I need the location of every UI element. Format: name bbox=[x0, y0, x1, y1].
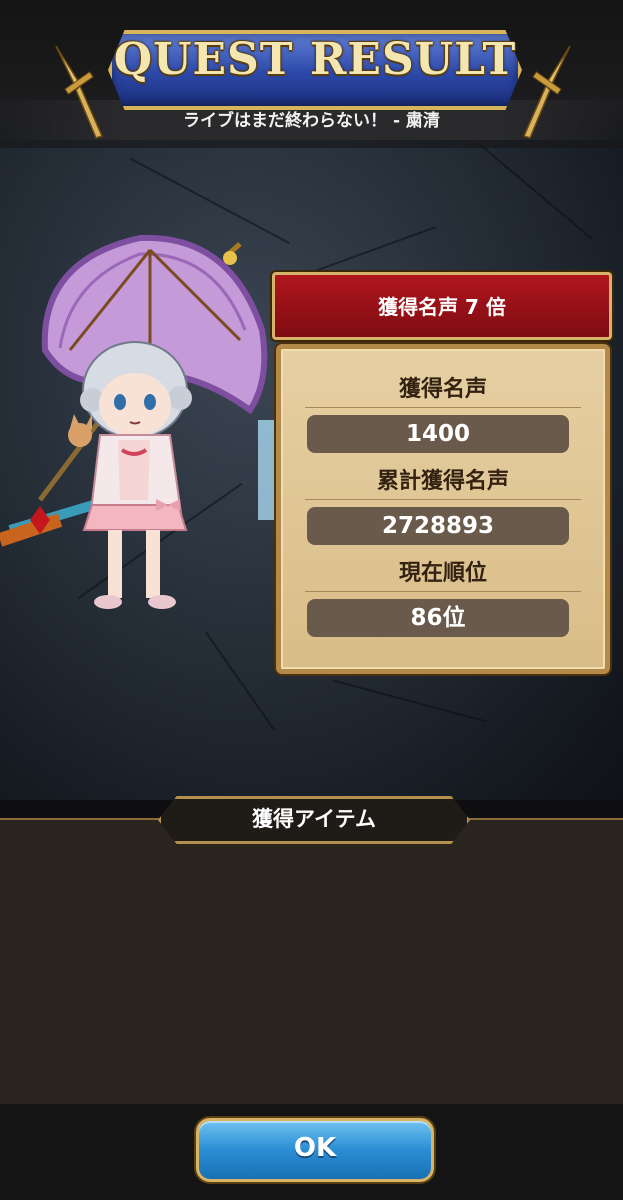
stat-label-gained-fame: 獲得名声 bbox=[398, 377, 487, 402]
stat-value-total-fame: 2728893 bbox=[307, 507, 569, 545]
page-title: QUEST RESULT bbox=[113, 34, 517, 85]
divider bbox=[305, 591, 581, 592]
items-header-label: 獲得アイテム bbox=[252, 807, 376, 831]
stat-label-total-fame: 累計獲得名声 bbox=[376, 469, 509, 494]
divider bbox=[305, 499, 581, 500]
fame-multiplier-label: 獲得名声 7 倍 bbox=[378, 295, 506, 319]
stat-label-current-rank: 現在順位 bbox=[398, 561, 487, 586]
stat-value-current-rank: 86位 bbox=[307, 599, 569, 637]
stats-panel: 獲得名声 1400 累計獲得名声 2728893 現在順位 86位 bbox=[276, 344, 610, 674]
character-sprite bbox=[0, 234, 274, 609]
quest-subtitle: ライブはまだ終わらない！ - 粛清 bbox=[183, 111, 440, 131]
obtained-items-list[interactable] bbox=[0, 818, 623, 1106]
fame-multiplier-banner: 獲得名声 7 倍 bbox=[272, 272, 612, 340]
ok-button-label: OK bbox=[293, 1133, 337, 1163]
stat-value-gained-fame: 1400 bbox=[307, 415, 569, 453]
ok-button[interactable]: OK bbox=[196, 1118, 434, 1182]
divider bbox=[305, 407, 581, 408]
